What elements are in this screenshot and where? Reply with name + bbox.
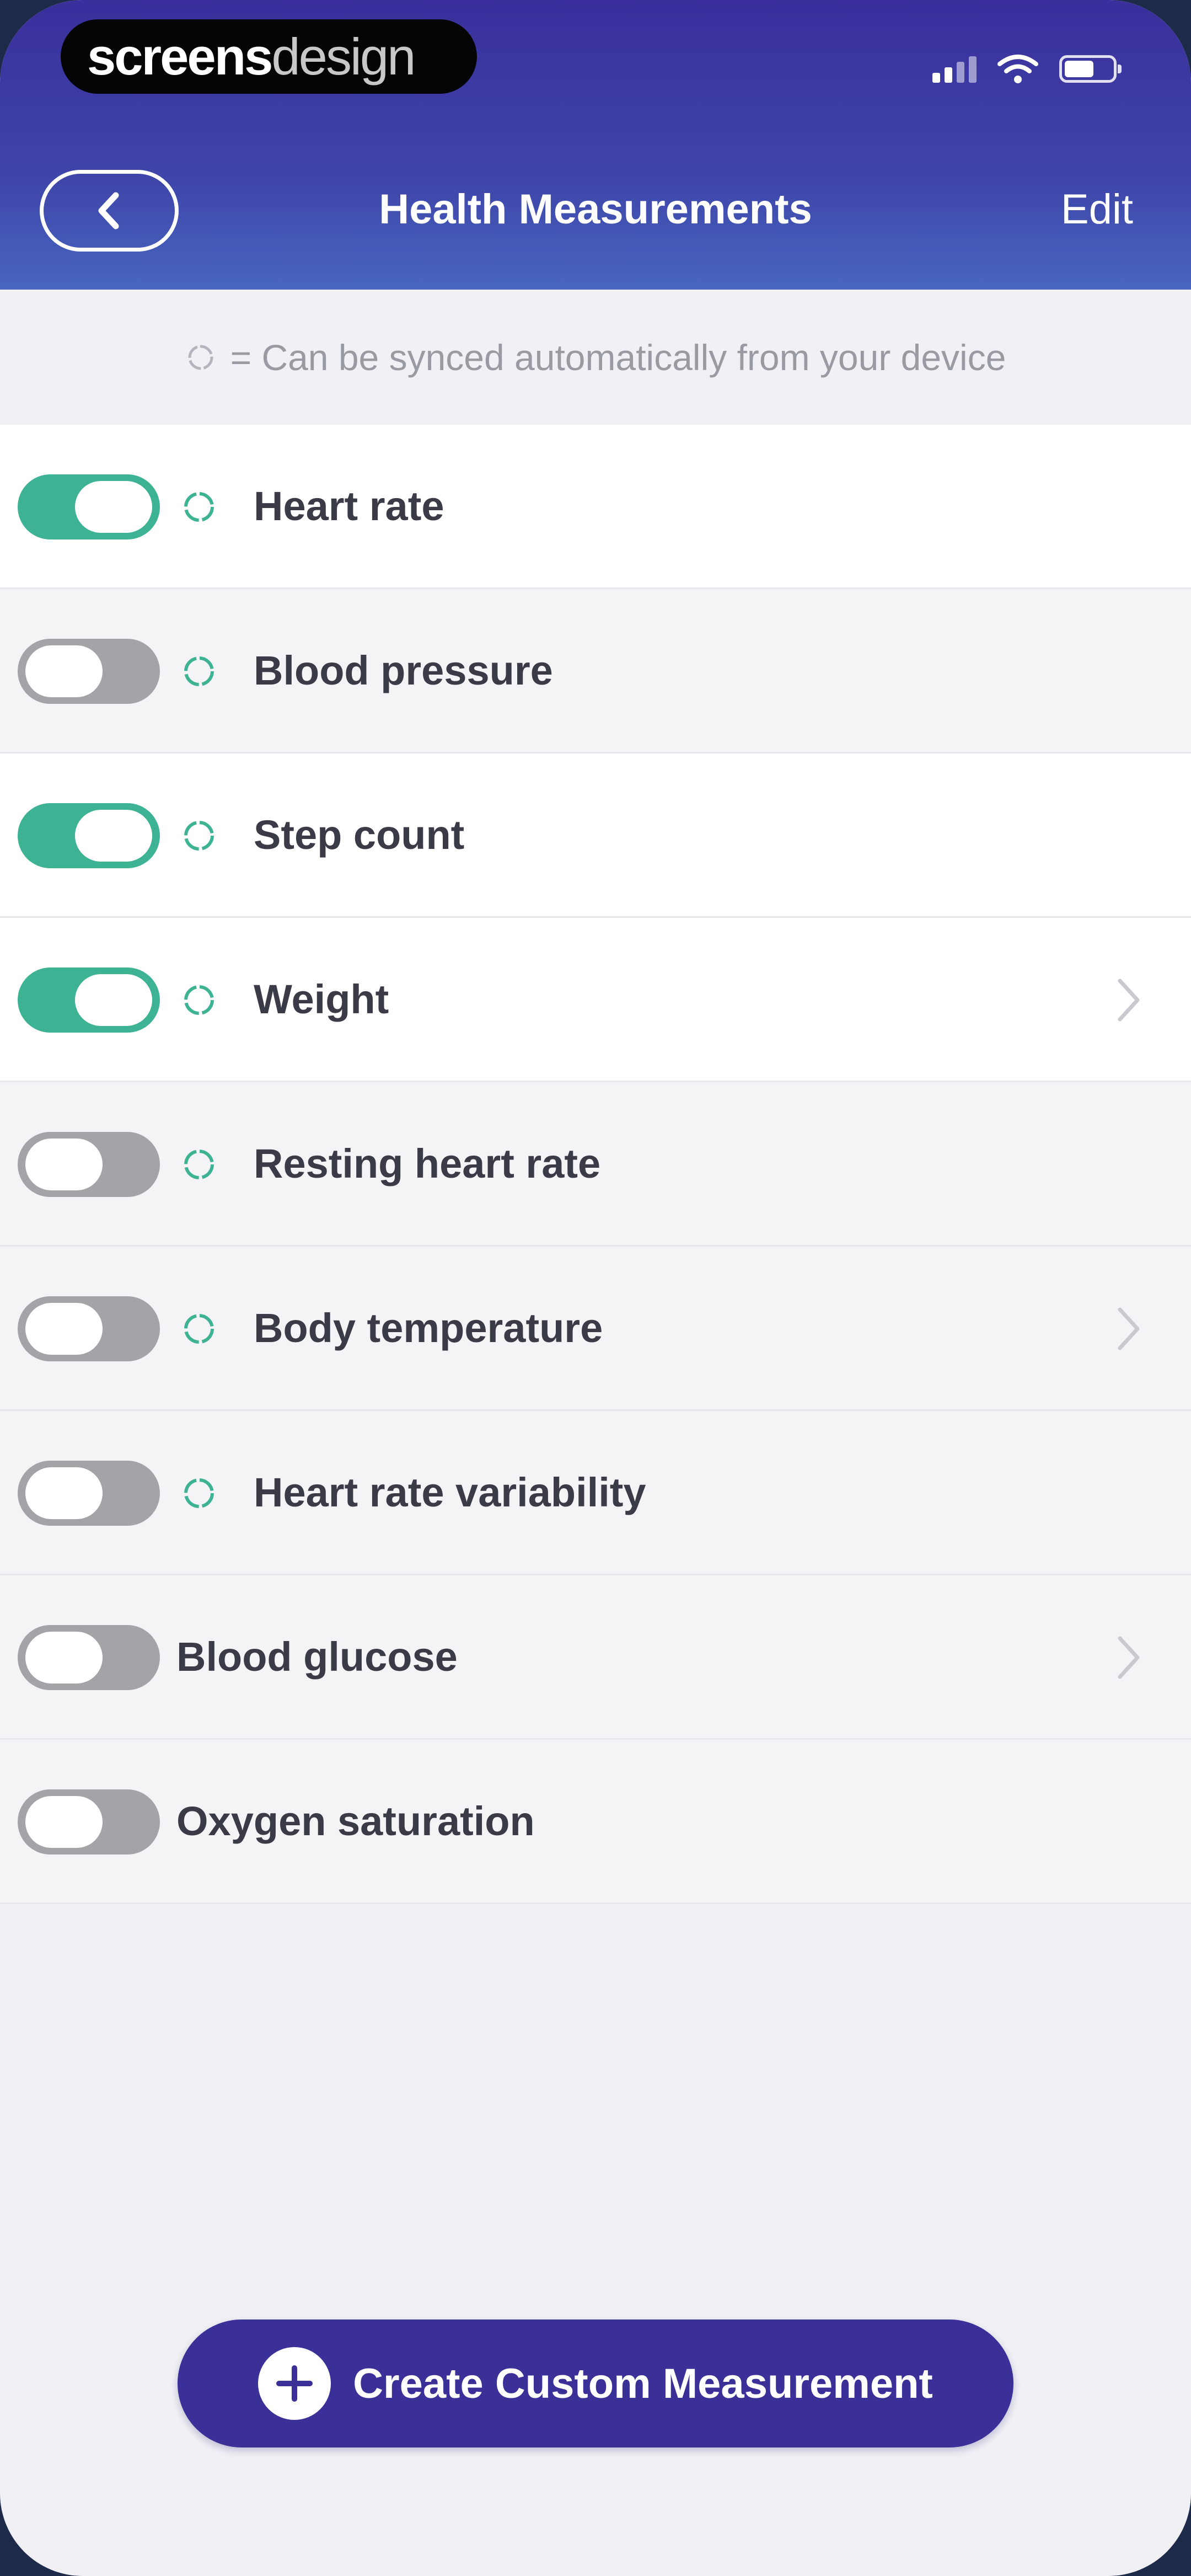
back-button[interactable] — [40, 170, 179, 252]
measurement-row-blood-glucose[interactable]: Blood glucose — [0, 1575, 1191, 1740]
signal-icon — [932, 55, 977, 83]
measurement-label: Heart rate variability — [254, 1469, 646, 1515]
header: screens design Health Measurements Edit — [0, 0, 1191, 290]
measurement-row-oxygen-saturation[interactable]: Oxygen saturation — [0, 1740, 1191, 1904]
measurement-list: Heart rate Blood pressure Step count Weight… — [0, 425, 1191, 1904]
toggle-knob — [25, 1139, 103, 1190]
edit-button[interactable]: Edit — [1061, 182, 1133, 237]
chevron-right-icon[interactable] — [1113, 975, 1144, 1025]
brand-watermark: screens design — [61, 19, 477, 94]
measurement-row-step-count[interactable]: Step count — [0, 753, 1191, 918]
measurement-row-heart-rate-variability[interactable]: Heart rate variability — [0, 1411, 1191, 1575]
toggle-step-count[interactable] — [18, 803, 160, 868]
sync-indicator-icon — [180, 816, 218, 855]
sync-indicator-icon — [180, 652, 218, 691]
sync-indicator-icon — [180, 981, 218, 1019]
sync-legend-text: = Can be synced automatically from your … — [230, 336, 1006, 378]
toggle-blood-glucose[interactable] — [18, 1625, 160, 1690]
measurement-label: Oxygen saturation — [176, 1798, 535, 1844]
measurement-row-resting-heart-rate[interactable]: Resting heart rate — [0, 1082, 1191, 1247]
chevron-right-icon[interactable] — [1113, 1304, 1144, 1354]
phone-screen: screensdesign Health Measurements Edit — [0, 0, 1191, 2576]
create-custom-measurement-button[interactable]: Create Custom Measurement — [178, 2320, 1013, 2447]
measurement-label: Resting heart rate — [254, 1141, 601, 1187]
status-icons — [932, 50, 1122, 88]
sync-indicator-icon — [180, 1145, 218, 1184]
measurement-row-heart-rate[interactable]: Heart rate — [0, 425, 1191, 589]
measurement-label: Weight — [254, 976, 389, 1022]
toggle-knob — [75, 974, 152, 1026]
toggle-knob — [25, 1796, 103, 1848]
toggle-knob — [25, 1467, 103, 1519]
brand-part-1: screens — [87, 27, 273, 85]
battery-icon — [1059, 55, 1122, 83]
measurement-label: Blood glucose — [176, 1634, 458, 1680]
toggle-knob — [75, 810, 152, 862]
toggle-knob — [25, 645, 103, 697]
measurement-label: Step count — [254, 812, 465, 858]
toggle-knob — [25, 1303, 103, 1355]
wifi-icon — [997, 55, 1038, 83]
toggle-oxygen-saturation[interactable] — [18, 1789, 160, 1854]
sync-indicator-icon — [180, 488, 218, 526]
plus-circle-icon — [258, 2347, 331, 2420]
toggle-knob — [75, 481, 152, 533]
chevron-right-icon[interactable] — [1113, 1633, 1144, 1682]
toggle-weight[interactable] — [18, 968, 160, 1033]
toggle-heart-rate-variability[interactable] — [18, 1461, 160, 1526]
measurement-row-weight[interactable]: Weight — [0, 918, 1191, 1082]
create-custom-measurement-label: Create Custom Measurement — [353, 2360, 933, 2407]
measurement-label: Heart rate — [254, 483, 444, 529]
measurement-label: Blood pressure — [254, 648, 553, 693]
measurement-row-blood-pressure[interactable]: Blood pressure — [0, 589, 1191, 753]
brand-part-2: design — [271, 27, 416, 85]
toggle-knob — [25, 1632, 103, 1684]
toggle-heart-rate[interactable] — [18, 474, 160, 539]
measurement-row-body-temperature[interactable]: Body temperature — [0, 1247, 1191, 1411]
sync-indicator-icon — [185, 342, 216, 373]
sync-indicator-icon — [180, 1310, 218, 1348]
toggle-resting-heart-rate[interactable] — [18, 1132, 160, 1197]
sync-indicator-icon — [180, 1474, 218, 1513]
toggle-blood-pressure[interactable] — [18, 639, 160, 704]
sync-legend: = Can be synced automatically from your … — [0, 290, 1191, 425]
page-title: Health Measurements — [379, 186, 812, 233]
chevron-left-icon — [98, 192, 119, 229]
toggle-body-temperature[interactable] — [18, 1296, 160, 1361]
measurement-label: Body temperature — [254, 1305, 603, 1351]
